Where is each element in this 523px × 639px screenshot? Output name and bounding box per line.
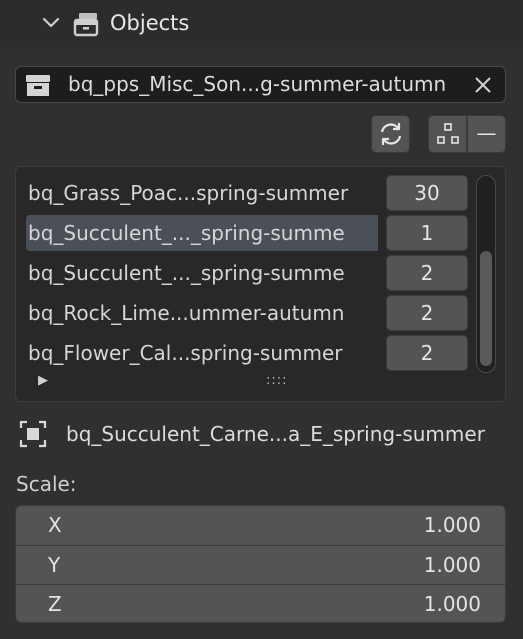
scale-z-field[interactable]: Z 1.000	[16, 584, 505, 622]
scale-z-value: 1.000	[423, 592, 481, 616]
list-item-count[interactable]: 2	[386, 295, 468, 331]
scale-x-label: X	[48, 513, 62, 537]
collection-box-icon	[26, 75, 50, 96]
resize-grip[interactable]: ::::	[266, 373, 288, 388]
remove-button[interactable]: —	[467, 115, 506, 153]
list-item[interactable]: bq_Rock_Lime...ummer-autumn 2	[26, 295, 478, 333]
list-item[interactable]: bq_Succulent_..._spring-summe 2	[26, 255, 478, 293]
list-scrollbar[interactable]	[476, 175, 496, 373]
scrollbar-thumb[interactable]	[480, 251, 492, 366]
list-item-name: bq_Succulent_..._spring-summe	[26, 215, 378, 251]
active-object-name: bq_Succulent_Carne...a_E_spring-summer	[66, 422, 485, 446]
list-item-count[interactable]: 2	[386, 335, 468, 371]
list-item-selected[interactable]: bq_Succulent_..._spring-summe 1	[26, 215, 478, 253]
scale-label: Scale:	[16, 472, 77, 496]
scale-vector: X 1.000 Y 1.000 Z 1.000	[15, 505, 506, 623]
list-item-name: bq_Flower_Cal...spring-summer	[28, 341, 343, 365]
refresh-button[interactable]	[371, 115, 410, 153]
object-icon	[19, 420, 47, 448]
remove-label: —	[476, 121, 497, 145]
list-item-name: bq_Succulent_..._spring-summe	[28, 261, 345, 285]
scale-z-label: Z	[48, 592, 62, 616]
panel-title: Objects	[110, 11, 190, 35]
scale-y-value: 1.000	[423, 553, 481, 577]
scale-y-label: Y	[48, 553, 61, 577]
panel-header[interactable]: Objects	[0, 0, 523, 47]
refresh-icon	[380, 123, 402, 145]
list-item-count[interactable]: 1	[386, 215, 468, 251]
list-item[interactable]: bq_Flower_Cal...spring-summer 2	[26, 335, 478, 373]
list-item-count[interactable]: 30	[386, 175, 468, 211]
scale-y-field[interactable]: Y 1.000	[16, 545, 505, 584]
scatter-points-icon	[437, 123, 459, 144]
list-item-count[interactable]: 2	[386, 255, 468, 291]
list-item-name: bq_Grass_Poac...spring-summer	[28, 181, 349, 205]
object-list[interactable]: bq_Grass_Poac...spring-summer 30 bq_Succ…	[15, 166, 506, 402]
close-icon[interactable]	[471, 73, 495, 97]
list-item-name: bq_Rock_Lime...ummer-autumn	[28, 301, 345, 325]
scatter-button[interactable]	[428, 115, 467, 153]
scale-x-field[interactable]: X 1.000	[16, 506, 505, 545]
collection-name: bq_pps_Misc_Son...g-summer-autumn	[68, 72, 447, 96]
collection-field[interactable]: bq_pps_Misc_Son...g-summer-autumn	[15, 66, 506, 103]
scale-x-value: 1.000	[423, 513, 481, 537]
expand-filter-icon[interactable]: ▶	[38, 373, 48, 388]
collection-box-icon	[73, 13, 99, 37]
list-item[interactable]: bq_Grass_Poac...spring-summer 30	[26, 175, 478, 213]
chevron-down-icon[interactable]	[40, 12, 62, 34]
